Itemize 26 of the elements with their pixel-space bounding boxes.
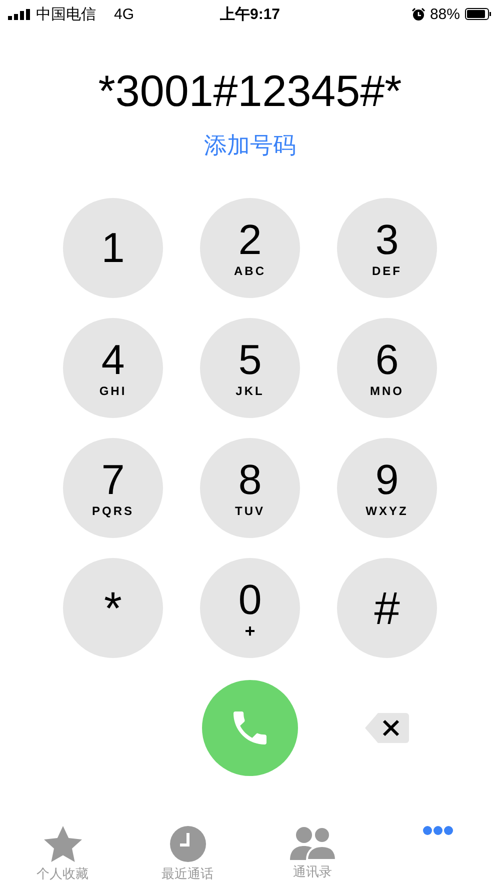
dial-key[interactable]: # bbox=[337, 558, 437, 658]
dial-key[interactable]: * bbox=[63, 558, 163, 658]
battery-icon bbox=[465, 8, 492, 20]
contacts-icon bbox=[290, 826, 336, 860]
clock-time: 上午9:17 bbox=[220, 6, 280, 22]
dial-key[interactable]: 5 JKL bbox=[200, 318, 300, 418]
network-type: 4G bbox=[114, 6, 134, 22]
dial-key[interactable]: 0 + bbox=[200, 558, 300, 658]
dialed-number: *3001#12345#* bbox=[98, 66, 402, 118]
dial-key[interactable]: 4 GHI bbox=[63, 318, 163, 418]
dial-key[interactable]: 7 PQRS bbox=[63, 438, 163, 538]
dial-key[interactable]: 9 WXYZ bbox=[337, 438, 437, 538]
dial-key[interactable]: 3 DEF bbox=[337, 198, 437, 298]
dial-key[interactable]: 2 ABC bbox=[200, 198, 300, 298]
dial-key[interactable]: 6 MNO bbox=[337, 318, 437, 418]
clock-icon bbox=[170, 826, 206, 862]
carrier-name: 中国电信 bbox=[36, 4, 96, 24]
battery-percent: 88% bbox=[430, 6, 460, 22]
star-icon bbox=[44, 826, 82, 862]
alarm-icon bbox=[412, 8, 425, 20]
keypad-icon bbox=[422, 826, 452, 835]
add-number-link[interactable]: 添加号码 bbox=[204, 130, 296, 161]
dial-key[interactable]: 8 TUV bbox=[200, 438, 300, 538]
signal-icon bbox=[8, 8, 30, 20]
delete-button[interactable] bbox=[364, 712, 410, 744]
dial-key[interactable]: 1 bbox=[63, 198, 163, 298]
